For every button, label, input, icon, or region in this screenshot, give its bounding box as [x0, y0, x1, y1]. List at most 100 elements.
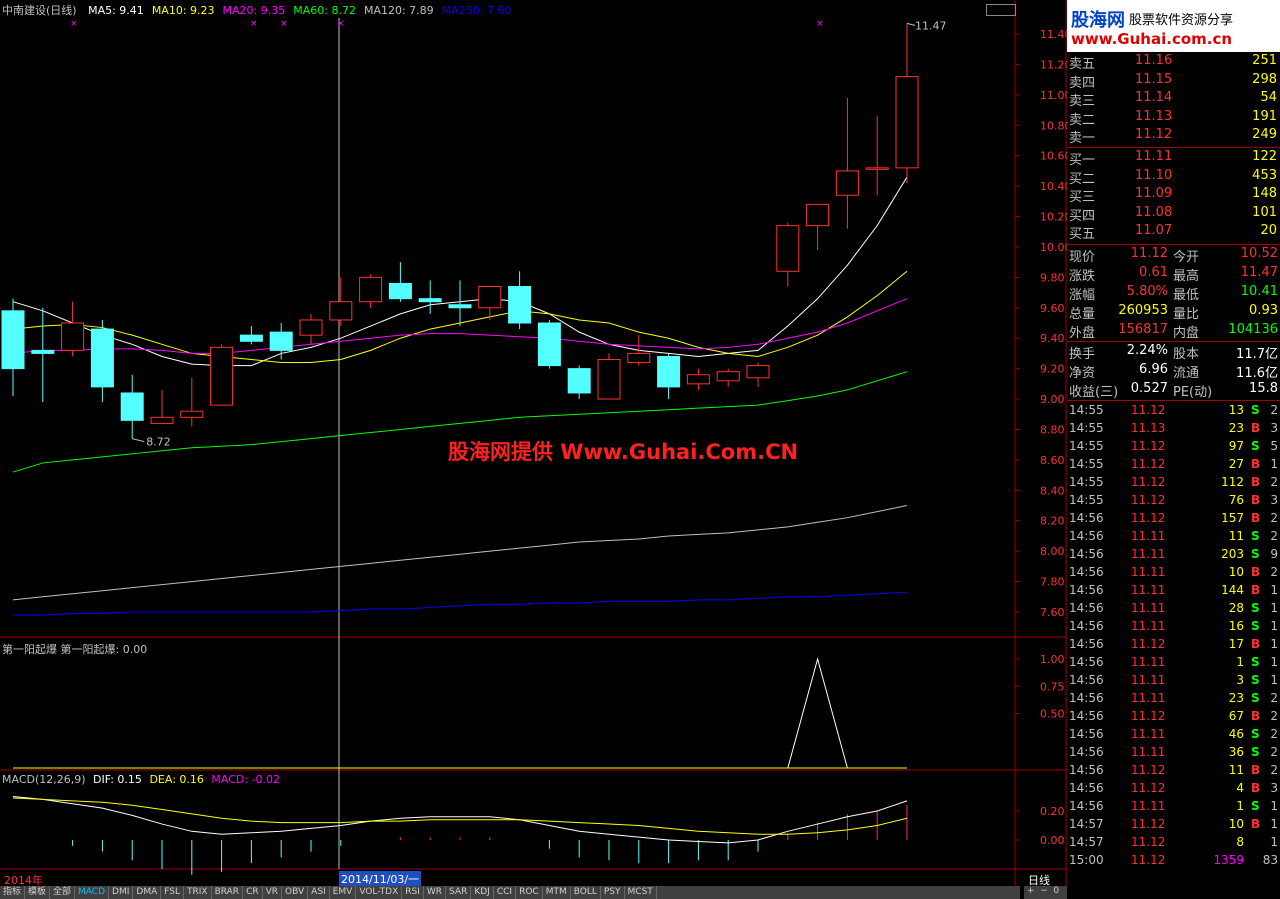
stat-row: 外盘 156817 内盘 104136 [1067, 322, 1280, 341]
tab-fsl[interactable]: FSL [161, 886, 184, 899]
stat-row: 总量 260953 量比 0.93 [1067, 303, 1280, 322]
tick-count: 2 [1270, 511, 1278, 525]
tab-wr[interactable]: WR [424, 886, 447, 899]
tab-dma[interactable]: DMA [133, 886, 162, 899]
bid-label: 买四 [1069, 208, 1096, 224]
divider [1067, 341, 1280, 342]
tab-mcst[interactable]: MCST [625, 886, 657, 899]
tab-brar[interactable]: BRAR [212, 886, 244, 899]
tick-time: 14:56 [1069, 781, 1104, 795]
candle [210, 344, 234, 406]
tab-mtm[interactable]: MTM [543, 886, 571, 899]
ask-label: 卖三 [1069, 94, 1096, 110]
candle [716, 368, 740, 387]
divider [1067, 400, 1280, 401]
stat-value: 0.527 [1130, 381, 1168, 396]
tick-price: 11.11 [1131, 547, 1166, 561]
tab-vol-tdx[interactable]: VOL-TDX [356, 886, 403, 899]
tick-price: 11.12 [1131, 475, 1166, 489]
tab-rsi[interactable]: RSI [402, 886, 424, 899]
stat-value: 5.80% [1126, 284, 1168, 299]
candle [31, 307, 55, 403]
tick-volume: 97 [1228, 439, 1244, 453]
high-marker-arrow [906, 22, 916, 26]
tick-time: 14:55 [1069, 493, 1104, 507]
candle-body [120, 392, 144, 421]
bid-row: 买二 11.10 453 [1067, 168, 1280, 187]
tick-row: 14:56 11.11 10 B 2 [1067, 564, 1280, 582]
candle-body [90, 328, 114, 388]
tab-macd[interactable]: MACD [75, 886, 110, 899]
bid-row: 买一 11.11 122 [1067, 149, 1280, 168]
tab-psy[interactable]: PSY [601, 886, 625, 899]
tab-cci[interactable]: CCI [494, 886, 517, 899]
tab-dmi[interactable]: DMI [109, 886, 134, 899]
stat-value: 0.61 [1139, 265, 1168, 280]
ask-row: 卖二 11.13 191 [1067, 109, 1280, 128]
tab-roc[interactable]: ROC [516, 886, 543, 899]
macd-axis-label: 0.00 [1040, 834, 1065, 847]
price-axis-label: 10.60 [1040, 150, 1067, 163]
tick-volume: 67 [1228, 709, 1244, 723]
ask-price: 11.12 [1135, 127, 1173, 143]
scroll-reset-icon[interactable]: 0 [1053, 886, 1059, 896]
tick-price: 11.12 [1131, 835, 1166, 849]
scroll-plus-icon[interactable]: + [1024, 886, 1037, 896]
tab-模板[interactable]: 模板 [25, 886, 51, 899]
candle-body [388, 282, 412, 300]
stat-row: 收益(三) 0.527 PE(动) 15.8 [1067, 381, 1280, 400]
candle-body [1, 310, 25, 370]
tick-side: S [1251, 619, 1260, 633]
ask-label: 卖二 [1069, 112, 1096, 128]
tick-row: 14:56 11.11 144 B 1 [1067, 582, 1280, 600]
tab-obv[interactable]: OBV [282, 886, 309, 899]
tick-side: B [1251, 421, 1261, 435]
scroll-controls[interactable]: + − 0 [1024, 886, 1067, 899]
tab-emv[interactable]: EMV [330, 886, 357, 899]
tick-time: 14:57 [1069, 835, 1104, 849]
logo-title: 股海网 [1071, 10, 1125, 31]
tab-trix[interactable]: TRIX [184, 886, 212, 899]
tick-volume: 112 [1221, 475, 1244, 489]
candle [776, 222, 800, 287]
price-axis-label: 8.00 [1040, 545, 1065, 558]
stat-value: 10.52 [1240, 246, 1278, 261]
tick-time: 14:56 [1069, 745, 1104, 759]
stat-value: 104136 [1228, 322, 1278, 337]
scroll-minus-icon[interactable]: − [1040, 886, 1050, 896]
tick-volume: 28 [1228, 601, 1244, 615]
tab-cr[interactable]: CR [243, 886, 263, 899]
bid-row: 买四 11.08 101 [1067, 205, 1280, 224]
tick-count: 2 [1270, 475, 1278, 489]
window-restore-icon[interactable] [986, 4, 1016, 16]
stat-label: 流通 [1173, 366, 1200, 381]
tick-time: 14:56 [1069, 799, 1104, 813]
tab-asi[interactable]: ASI [308, 886, 330, 899]
tick-row: 14:56 11.12 157 B 2 [1067, 510, 1280, 528]
tab-指标[interactable]: 指标 [0, 886, 26, 899]
tick-side: S [1251, 439, 1260, 453]
high-price-marker: 11.47 [915, 19, 947, 32]
tick-side: B [1251, 457, 1261, 471]
tab-sar[interactable]: SAR [446, 886, 472, 899]
tick-price: 11.11 [1131, 745, 1166, 759]
stat-label: 换手 [1069, 347, 1096, 362]
tick-side: B [1251, 511, 1261, 525]
tick-count: 1 [1270, 619, 1278, 633]
tick-count: 1 [1270, 583, 1278, 597]
tick-side: B [1251, 565, 1261, 579]
tick-row: 14:56 11.11 23 S 2 [1067, 690, 1280, 708]
tick-row: 14:55 11.12 76 B 3 [1067, 492, 1280, 510]
tick-side: S [1251, 529, 1260, 543]
macd-params: MACD(12,26,9) [2, 773, 86, 786]
tab-boll[interactable]: BOLL [571, 886, 601, 899]
tick-row: 14:56 11.12 4 B 3 [1067, 780, 1280, 798]
tab-kdj[interactable]: KDJ [471, 886, 494, 899]
stat-value: 2.24% [1126, 343, 1168, 358]
stat-value: 11.47 [1240, 265, 1278, 280]
ask-volume: 298 [1252, 71, 1277, 87]
stat-label: PE(动) [1173, 385, 1213, 400]
tab-全部[interactable]: 全部 [50, 886, 76, 899]
candle [657, 353, 681, 400]
tab-vr[interactable]: VR [263, 886, 283, 899]
